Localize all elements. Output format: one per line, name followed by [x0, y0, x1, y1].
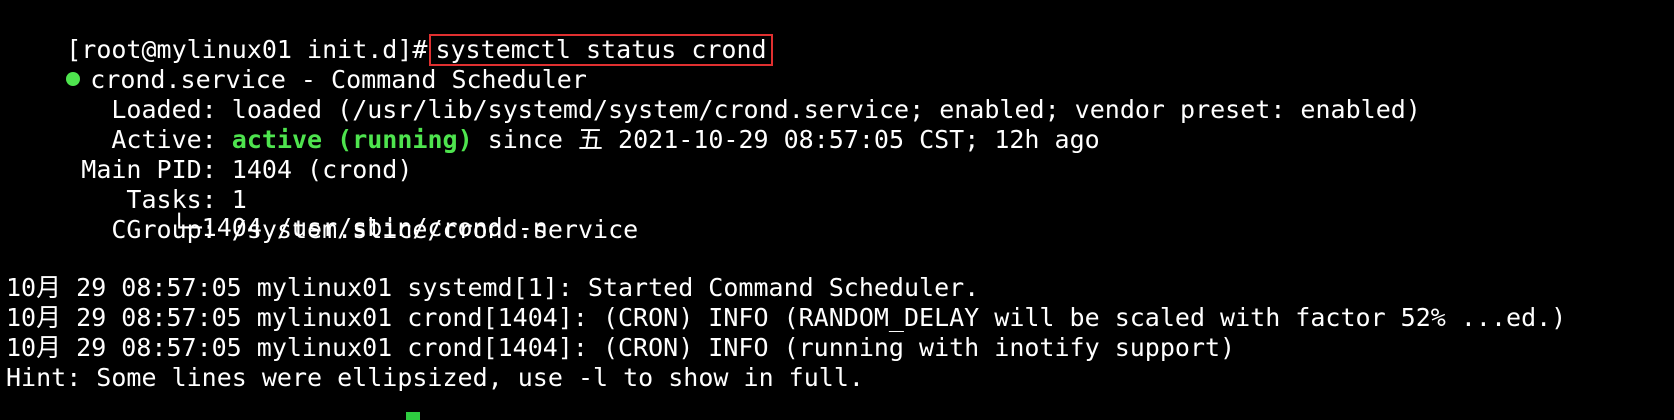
terminal-window[interactable]: [root@mylinux01 init.d]# systemctl status…	[0, 0, 1674, 420]
command-line: [root@mylinux01 init.d]# systemctl status…	[6, 2, 773, 66]
cgroup-line: CGroup: /system.slice/crond.service	[6, 182, 638, 244]
log-line: 10月 29 08:57:05 mylinux01 crond[1404]: (…	[6, 303, 1567, 332]
cgroup-child-line: └─1404 /usr/sbin/crond -n	[6, 213, 548, 242]
loaded-line: Loaded: loaded (/usr/lib/systemd/system/…	[6, 62, 1421, 124]
log-line: 10月 29 08:57:05 mylinux01 systemd[1]: St…	[6, 273, 980, 302]
hint-line: Hint: Some lines were ellipsized, use -l…	[6, 363, 864, 392]
log-line: 10月 29 08:57:05 mylinux01 crond[1404]: (…	[6, 333, 1236, 362]
active-line: Active: active (running) since 五 2021-10…	[6, 92, 1099, 154]
terminal-cursor	[406, 412, 420, 420]
main-pid-line: Main PID: 1404 (crond)	[6, 122, 412, 184]
main-pid-value: 1404 (crond)	[231, 155, 413, 184]
active-since: since 五 2021-10-29 08:57:05 CST; 12h ago	[487, 125, 1100, 154]
tasks-line: Tasks: 1	[6, 152, 246, 214]
service-title-line: crond.service - Command Scheduler	[6, 32, 587, 94]
